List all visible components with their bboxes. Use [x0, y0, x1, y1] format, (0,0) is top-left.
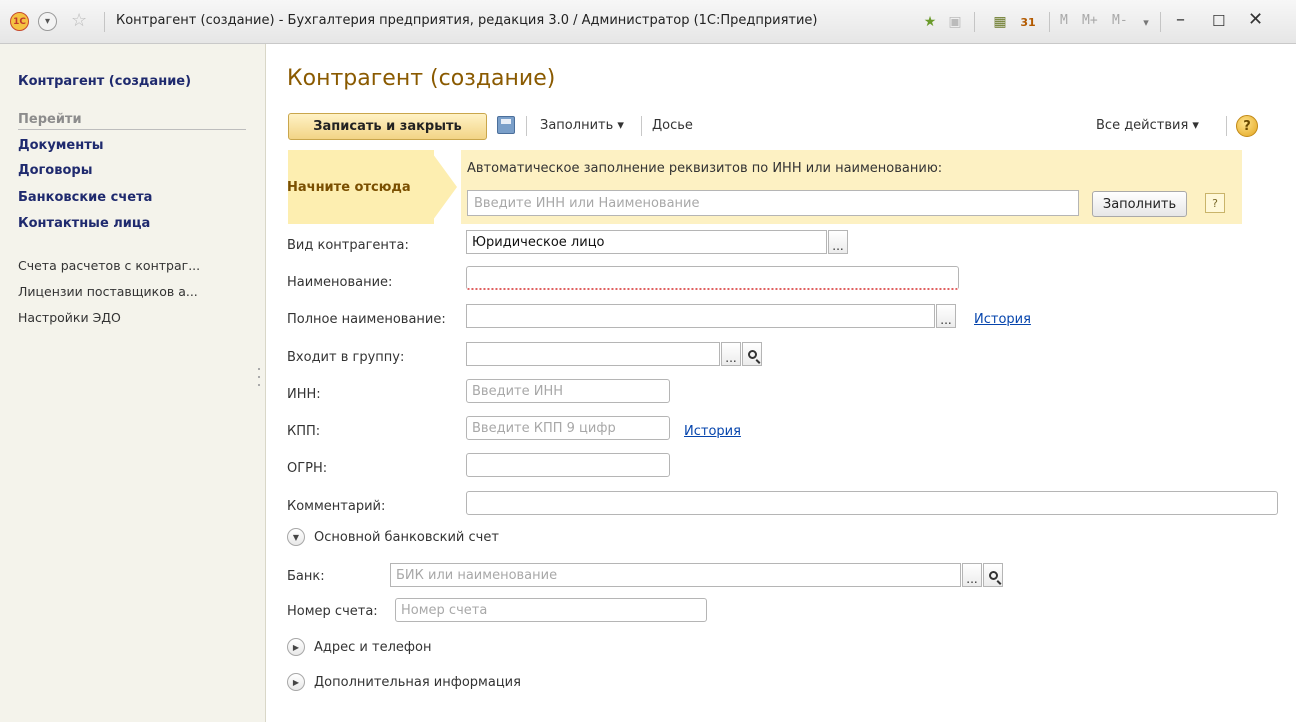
chevron-down-icon[interactable]: ▾ [1136, 12, 1156, 32]
sidebar-item-contacts[interactable]: Контактные лица [18, 216, 150, 231]
sidebar-nav-header: Перейти [18, 112, 82, 127]
additional-info-section-toggle[interactable]: ▶ Дополнительная информация [287, 673, 521, 691]
sidebar-title[interactable]: Контрагент (создание) [18, 74, 191, 89]
sidebar-link-settlement-accounts[interactable]: Счета расчетов с контраг... [18, 258, 250, 273]
chevron-right-icon[interactable]: ▶ [287, 673, 305, 691]
comment-label: Комментарий: [287, 499, 386, 514]
calendar-icon[interactable]: 31 [1018, 12, 1038, 32]
address-section-toggle[interactable]: ▶ Адрес и телефон [287, 638, 431, 656]
bookmark-icon[interactable]: ▣ [945, 12, 965, 32]
ogrn-field[interactable] [466, 453, 670, 477]
autofill-fill-button[interactable]: Заполнить [1092, 191, 1187, 217]
kpp-history-link[interactable]: История [684, 424, 741, 439]
bank-label: Банк: [287, 569, 325, 584]
autofill-hint-icon[interactable]: ? [1205, 193, 1225, 213]
chevron-right-icon[interactable]: ▶ [287, 638, 305, 656]
main-menu-icon[interactable]: ▾ [38, 12, 57, 31]
additional-info-section-title: Дополнительная информация [314, 674, 521, 690]
sidebar: Контрагент (создание) Перейти Документы … [0, 44, 266, 722]
toolbar-separator [526, 116, 527, 136]
favorite-star-icon[interactable]: ★ [920, 12, 940, 32]
memory-plus-button[interactable]: M+ [1082, 13, 1098, 28]
help-icon[interactable]: ? [1236, 115, 1258, 137]
inn-label: ИНН: [287, 387, 321, 402]
kind-label: Вид контрагента: [287, 238, 409, 253]
app-logo-icon[interactable]: 1С [10, 12, 29, 31]
star-icon[interactable]: ☆ [71, 11, 87, 31]
address-section-title: Адрес и телефон [314, 639, 432, 655]
chevron-down-icon[interactable]: ▼ [287, 528, 305, 546]
calculator-icon[interactable]: ▦ [990, 12, 1010, 32]
toolbar-separator [641, 116, 642, 136]
toolbar-separator [974, 12, 975, 32]
memory-button[interactable]: M [1060, 13, 1068, 28]
group-search-icon[interactable] [742, 342, 762, 366]
bank-section-title: Основной банковский счет [314, 529, 499, 545]
sidebar-item-documents[interactable]: Документы [18, 138, 104, 153]
group-choose-button[interactable]: ... [721, 342, 741, 366]
bank-field[interactable] [390, 563, 961, 587]
full-name-label: Полное наименование: [287, 312, 446, 327]
close-icon[interactable]: ✕ [1248, 9, 1263, 30]
comment-field[interactable] [466, 491, 1278, 515]
bank-choose-button[interactable]: ... [962, 563, 982, 587]
sidebar-link-edo-settings[interactable]: Настройки ЭДО [18, 310, 250, 325]
window-title: Контрагент (создание) - Бухгалтерия пред… [116, 13, 818, 28]
account-number-field[interactable] [395, 598, 707, 622]
sidebar-resize-handle[interactable] [258, 368, 261, 392]
bank-section-toggle[interactable]: ▼ Основной банковский счет [287, 528, 499, 546]
memory-minus-button[interactable]: M- [1112, 13, 1128, 28]
account-number-label: Номер счета: [287, 604, 378, 619]
name-label: Наименование: [287, 275, 393, 290]
group-field[interactable] [466, 342, 720, 366]
autofill-input[interactable] [467, 190, 1079, 216]
full-name-history-link[interactable]: История [974, 312, 1031, 327]
fill-dropdown-button[interactable]: Заполнить ▾ [540, 118, 624, 133]
bank-search-icon[interactable] [983, 563, 1003, 587]
maximize-icon[interactable]: ☐ [1212, 12, 1225, 30]
sidebar-item-bank-accounts[interactable]: Банковские счета [18, 190, 152, 205]
autofill-caption: Автоматическое заполнение реквизитов по … [467, 161, 943, 176]
sidebar-link-supplier-licenses[interactable]: Лицензии поставщиков а... [18, 284, 250, 299]
toolbar-separator [1049, 12, 1050, 32]
toolbar-separator [1160, 12, 1161, 32]
dossier-button[interactable]: Досье [652, 118, 693, 133]
full-name-field[interactable] [466, 304, 935, 328]
sidebar-item-contracts[interactable]: Договоры [18, 163, 92, 178]
save-and-close-button[interactable]: Записать и закрыть [288, 113, 487, 140]
inn-field[interactable] [466, 379, 670, 403]
start-here-arrow [430, 150, 457, 224]
minimize-icon[interactable]: – [1176, 9, 1185, 30]
page-title: Контрагент (создание) [287, 66, 556, 91]
toolbar-separator [1226, 116, 1227, 136]
full-name-expand-button[interactable]: ... [936, 304, 956, 328]
all-actions-dropdown[interactable]: Все действия ▾ [1096, 118, 1199, 133]
save-icon[interactable] [497, 116, 515, 134]
name-field[interactable] [466, 266, 959, 290]
toolbar-separator [104, 12, 105, 32]
start-here-label: Начните отсюда [287, 180, 411, 195]
sidebar-divider [18, 129, 246, 130]
kind-select[interactable]: Юридическое лицо [466, 230, 827, 254]
group-label: Входит в группу: [287, 350, 405, 365]
window-titlebar: 1С ▾ ☆ Контрагент (создание) - Бухгалтер… [0, 0, 1296, 44]
ogrn-label: ОГРН: [287, 461, 328, 476]
kpp-label: КПП: [287, 424, 321, 439]
kind-choose-button[interactable]: ... [828, 230, 848, 254]
kpp-field[interactable] [466, 416, 670, 440]
